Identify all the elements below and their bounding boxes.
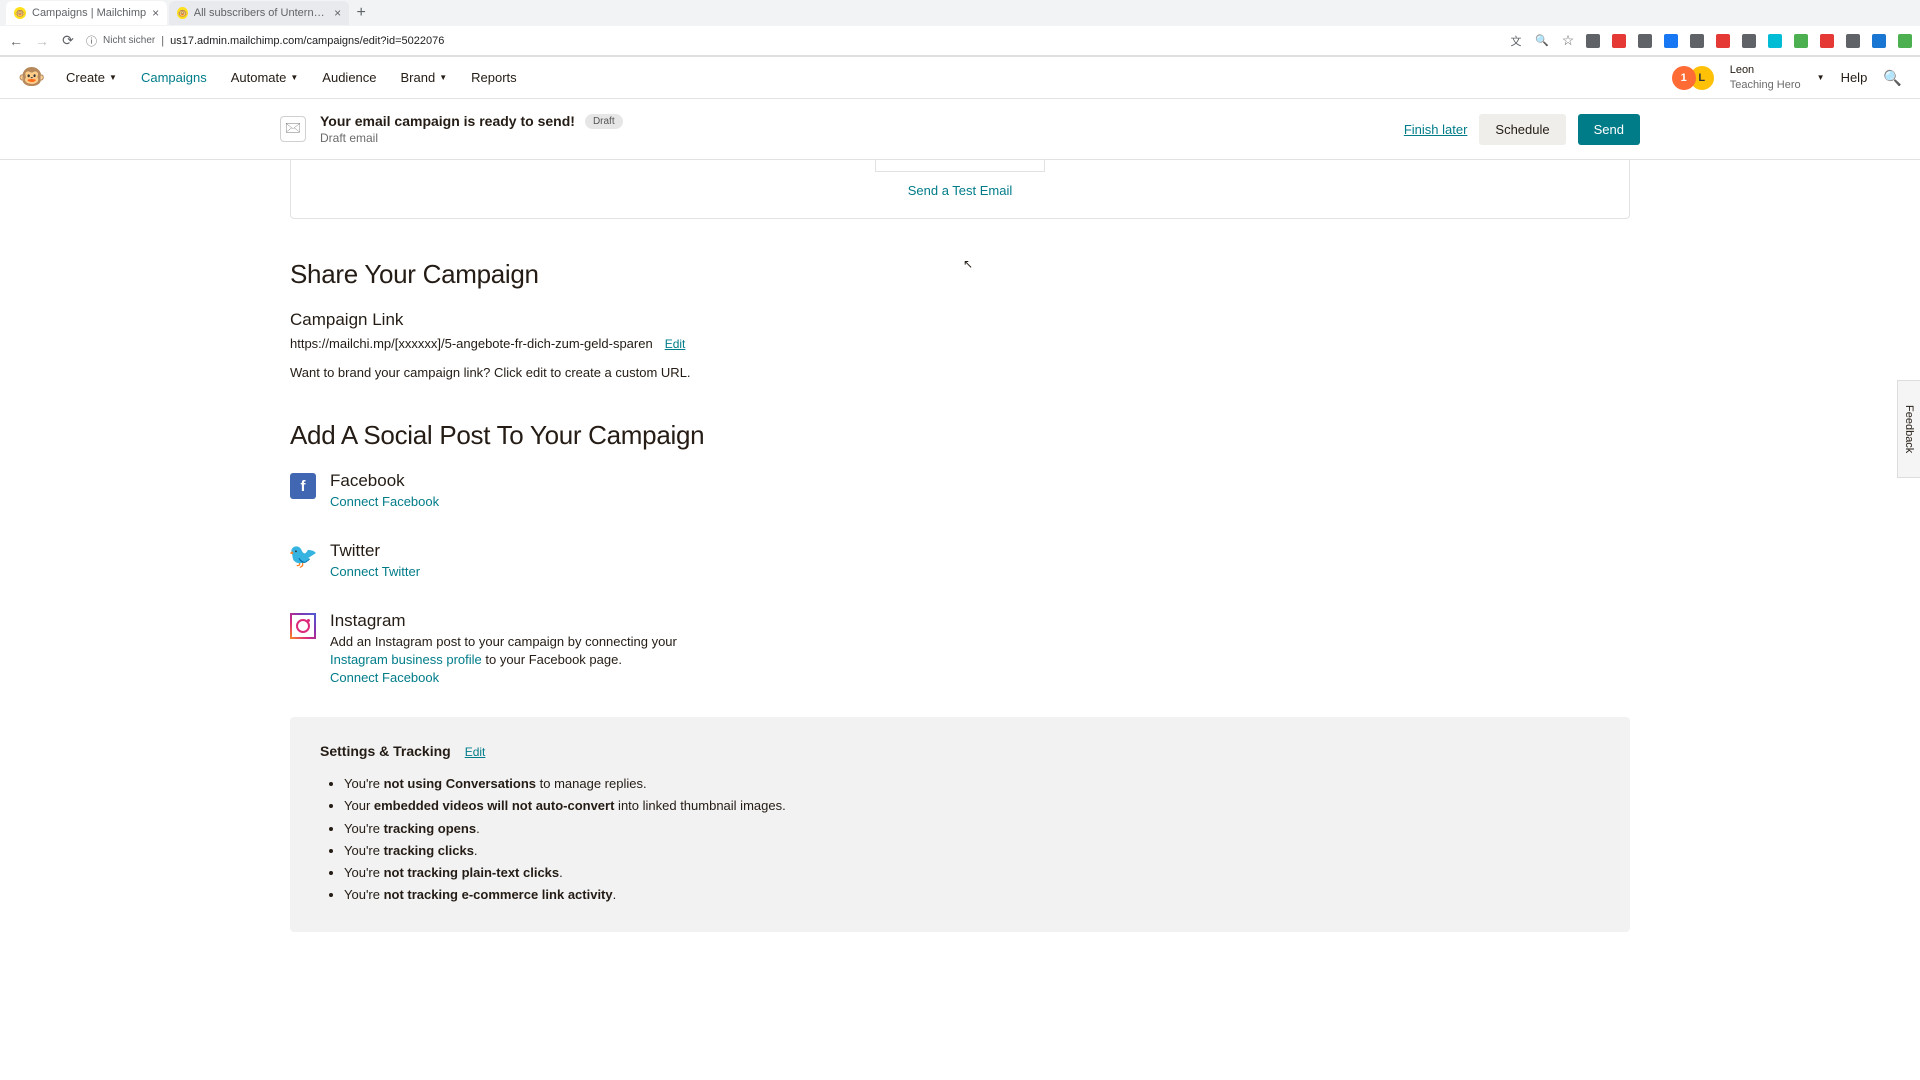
mailchimp-logo[interactable]: 🐵 (18, 64, 46, 92)
close-icon[interactable]: × (152, 6, 159, 20)
bookmark-icon[interactable]: ☆ (1560, 32, 1576, 49)
nav-reports[interactable]: Reports (471, 70, 517, 85)
settings-item: You're tracking opens. (344, 818, 1600, 840)
extension-icons (1586, 34, 1912, 48)
nav-audience[interactable]: Audience (322, 70, 376, 85)
status-title: Your email campaign is ready to send! (320, 113, 575, 129)
tab-title: Campaigns | Mailchimp (32, 7, 146, 19)
user-org: Teaching Hero (1730, 78, 1801, 92)
chevron-down-icon: ▼ (109, 73, 117, 82)
help-link[interactable]: Help (1841, 70, 1868, 85)
campaign-link-hint: Want to brand your campaign link? Click … (290, 365, 1630, 380)
settings-item: You're tracking clicks. (344, 840, 1600, 862)
tab-title: All subscribers of Unternehm… (194, 7, 328, 19)
nav-campaigns[interactable]: Campaigns (141, 70, 207, 85)
extension-icon[interactable] (1638, 34, 1652, 48)
instagram-desc: Add an Instagram post to your campaign b… (330, 633, 720, 669)
settings-list: You're not using Conversations to manage… (320, 773, 1600, 906)
nav-brand[interactable]: Brand▼ (401, 70, 448, 85)
security-label: Nicht sicher (103, 35, 155, 46)
search-icon[interactable]: 🔍 (1883, 69, 1902, 87)
chevron-down-icon: ▼ (290, 73, 298, 82)
nav-create[interactable]: Create▼ (66, 70, 117, 85)
forward-icon[interactable]: → (34, 33, 50, 49)
facebook-icon: f (290, 473, 316, 499)
chevron-down-icon: ▼ (439, 73, 447, 82)
campaign-link-heading: Campaign Link (290, 310, 1630, 330)
social-instagram: Instagram Add an Instagram post to your … (290, 611, 1630, 687)
instagram-icon (290, 613, 316, 639)
email-icon: 🖂 (280, 116, 306, 142)
connect-facebook-link[interactable]: Connect Facebook (330, 494, 439, 509)
campaign-status-bar: 🖂 Your email campaign is ready to send! … (0, 99, 1920, 160)
extension-icon[interactable] (1768, 34, 1782, 48)
extension-icon[interactable] (1664, 34, 1678, 48)
extension-icon[interactable] (1716, 34, 1730, 48)
extension-icon[interactable] (1872, 34, 1886, 48)
browser-tab-active[interactable]: 🐵 Campaigns | Mailchimp × (6, 1, 167, 25)
draft-badge: Draft (585, 114, 623, 129)
social-heading: Add A Social Post To Your Campaign (290, 420, 1630, 451)
mailchimp-favicon: 🐵 (177, 7, 188, 19)
status-subtitle: Draft email (320, 131, 1404, 145)
extension-icon[interactable] (1898, 34, 1912, 48)
nav-items: Create▼ Campaigns Automate▼ Audience Brand▼ R… (66, 70, 517, 85)
settings-edit-link[interactable]: Edit (465, 745, 486, 759)
url-field[interactable]: ⓘ Nicht sicher | us17.admin.mailchimp.co… (86, 33, 1498, 49)
new-tab-button[interactable]: + (351, 3, 371, 23)
browser-chrome: 🐵 Campaigns | Mailchimp × 🐵 All subscrib… (0, 0, 1920, 57)
social-facebook: f Facebook Connect Facebook (290, 471, 1630, 511)
instagram-connect-facebook-link[interactable]: Connect Facebook (330, 670, 439, 685)
twitter-icon: 🐦 (290, 543, 316, 569)
send-test-email-link[interactable]: Send a Test Email (908, 183, 1013, 198)
settings-item: You're not using Conversations to manage… (344, 773, 1600, 795)
extension-icon[interactable] (1586, 34, 1600, 48)
mailchimp-favicon: 🐵 (14, 7, 26, 19)
user-menu[interactable]: Leon Teaching Hero (1730, 63, 1801, 92)
facebook-title: Facebook (330, 471, 439, 491)
avatar-stack[interactable]: 1 L (1672, 66, 1714, 90)
chevron-down-icon[interactable]: ▼ (1817, 73, 1825, 82)
social-twitter: 🐦 Twitter Connect Twitter (290, 541, 1630, 581)
extension-icon[interactable] (1846, 34, 1860, 48)
extension-icon[interactable] (1820, 34, 1834, 48)
avatar-badge: 1 (1672, 66, 1696, 90)
send-button[interactable]: Send (1578, 114, 1640, 145)
twitter-title: Twitter (330, 541, 420, 561)
user-name: Leon (1730, 63, 1801, 77)
nav-automate[interactable]: Automate▼ (231, 70, 299, 85)
extension-icon[interactable] (1612, 34, 1626, 48)
preview-thumbnail (875, 160, 1045, 172)
instagram-profile-link[interactable]: Instagram business profile (330, 652, 482, 667)
address-bar: ← → ⟳ ⓘ Nicht sicher | us17.admin.mailch… (0, 26, 1920, 56)
share-heading: Share Your Campaign (290, 259, 1630, 290)
translate-icon[interactable]: 文 (1508, 33, 1524, 49)
settings-item: You're not tracking plain-text clicks. (344, 862, 1600, 884)
app-nav: 🐵 Create▼ Campaigns Automate▼ Audience Brand… (0, 57, 1920, 99)
feedback-tab[interactable]: Feedback (1897, 380, 1920, 478)
settings-tracking-panel: Settings & Tracking Edit You're not usin… (290, 717, 1630, 932)
tab-bar: 🐵 Campaigns | Mailchimp × 🐵 All subscrib… (0, 0, 1920, 26)
extension-icon[interactable] (1742, 34, 1756, 48)
back-icon[interactable]: ← (8, 33, 24, 49)
settings-item: You're not tracking e-commerce link acti… (344, 884, 1600, 906)
extension-icon[interactable] (1690, 34, 1704, 48)
url-text: us17.admin.mailchimp.com/campaigns/edit?… (170, 35, 444, 47)
edit-link[interactable]: Edit (665, 337, 686, 351)
settings-item: Your embedded videos will not auto-conve… (344, 795, 1600, 817)
main-content: Send a Test Email Share Your Campaign Ca… (0, 160, 1920, 992)
finish-later-link[interactable]: Finish later (1404, 122, 1468, 137)
settings-title: Settings & Tracking (320, 743, 451, 759)
instagram-title: Instagram (330, 611, 720, 631)
preview-panel: Send a Test Email (290, 160, 1630, 219)
close-icon[interactable]: × (334, 6, 341, 20)
info-icon: ⓘ (86, 33, 97, 49)
browser-tab-inactive[interactable]: 🐵 All subscribers of Unternehm… × (169, 1, 349, 25)
zoom-icon[interactable]: 🔍 (1534, 34, 1550, 47)
connect-twitter-link[interactable]: Connect Twitter (330, 564, 420, 579)
campaign-link-url: https://mailchi.mp/[xxxxxx]/5-angebote-f… (290, 336, 653, 351)
extension-icon[interactable] (1794, 34, 1808, 48)
schedule-button[interactable]: Schedule (1479, 114, 1565, 145)
reload-icon[interactable]: ⟳ (60, 32, 76, 49)
